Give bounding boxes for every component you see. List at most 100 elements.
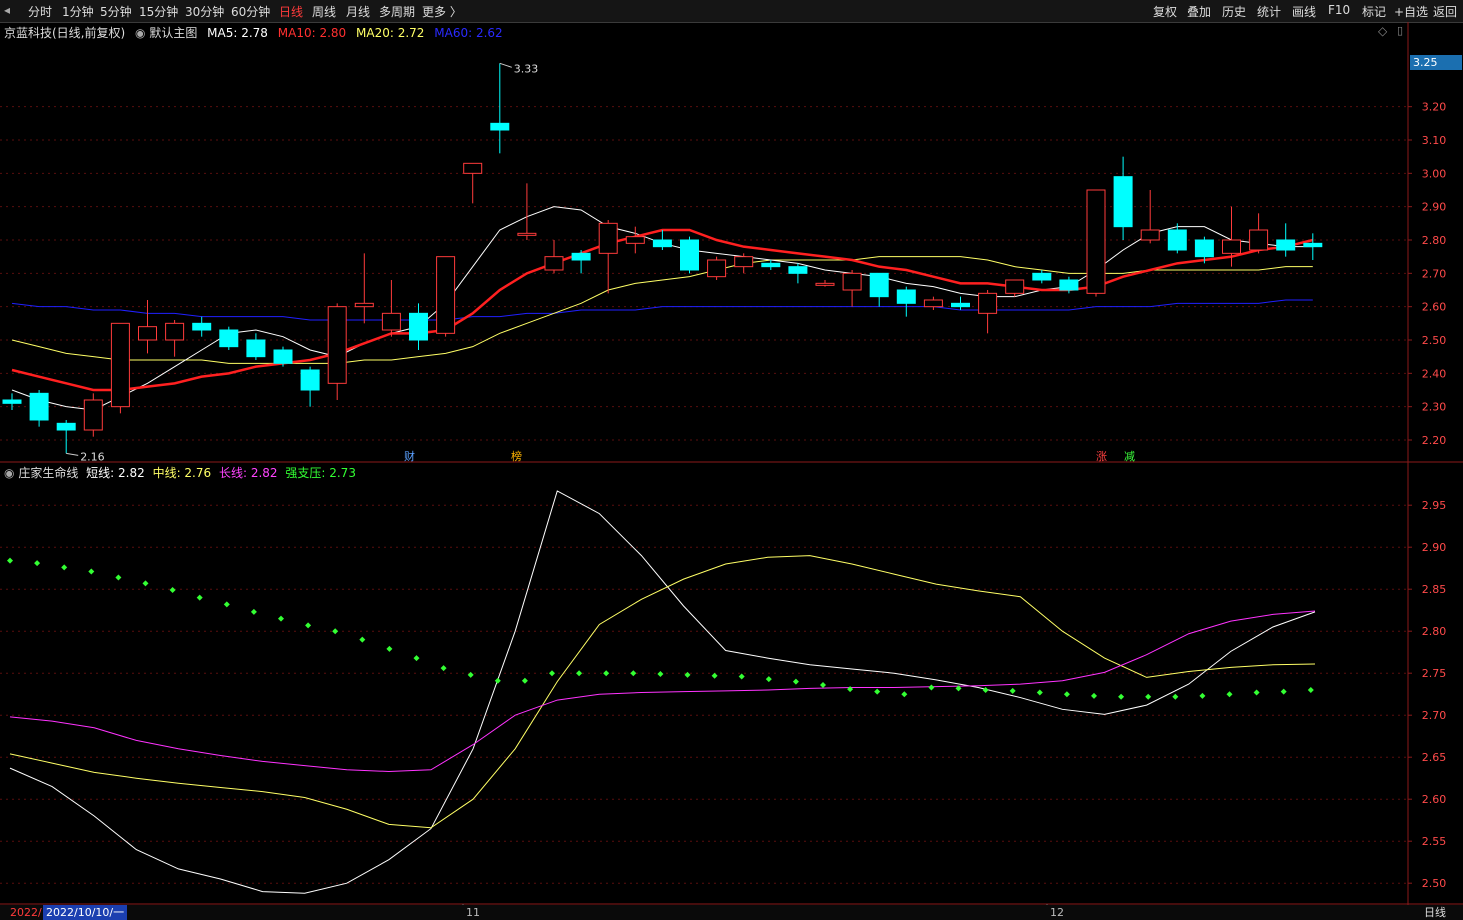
candle-body — [219, 329, 239, 348]
candle-body — [1113, 176, 1133, 228]
candle-body — [869, 272, 889, 298]
sub-tick-label: 2.95 — [1422, 499, 1447, 512]
support-dot — [711, 672, 718, 679]
support-dot — [250, 608, 257, 615]
support-dot — [1226, 691, 1233, 698]
main-tick-label: 2.20 — [1422, 434, 1447, 447]
candle-body — [978, 292, 998, 314]
candle-body — [463, 162, 483, 174]
candle-body — [652, 239, 672, 248]
support-dot — [223, 601, 230, 608]
support-dot — [603, 670, 610, 677]
month-label-12: 12 — [1050, 906, 1064, 919]
candle-body — [1276, 239, 1296, 251]
candle-body — [707, 259, 727, 278]
support-dot — [359, 636, 366, 643]
candle-body — [788, 266, 808, 274]
support-dot — [278, 615, 284, 622]
date-axis-bar — [0, 905, 1463, 920]
candle-body — [2, 399, 22, 404]
candle-body — [436, 256, 456, 334]
support-dot — [413, 655, 420, 662]
period-label: 日线 — [1424, 906, 1446, 919]
ma20-line — [11, 256, 1313, 364]
candle-body — [1303, 242, 1323, 248]
event-badge-finance[interactable]: 财 — [404, 448, 415, 464]
main-tick-label: 2.40 — [1422, 367, 1447, 380]
event-badge-list[interactable]: 榜 — [511, 448, 522, 464]
date-start: 2022/ — [10, 906, 42, 919]
main-tick-label: 2.80 — [1422, 234, 1447, 247]
support-dot — [115, 574, 122, 581]
event-badge-limit-up[interactable]: 涨 — [1096, 448, 1107, 464]
candle-body — [544, 256, 564, 271]
candle-body — [517, 232, 537, 236]
candle-body — [246, 339, 266, 358]
support-dot — [549, 670, 555, 677]
candle-body — [1005, 279, 1025, 294]
candle-body — [56, 422, 76, 431]
main-tick-label: 3.10 — [1422, 134, 1447, 147]
support-dot — [738, 673, 745, 680]
support-dot — [1145, 693, 1152, 700]
high-marker-line — [499, 62, 512, 68]
candle-body — [625, 236, 645, 244]
support-dot — [820, 681, 826, 688]
main-tick-label: 2.30 — [1422, 401, 1447, 414]
main-tick-label: 2.50 — [1422, 334, 1447, 347]
support-dot — [169, 587, 176, 594]
support-dot — [494, 677, 501, 684]
sub-tick-label: 2.80 — [1422, 625, 1447, 638]
candle-body — [273, 349, 293, 364]
support-dot — [792, 678, 799, 685]
high-marker-label: 3.33 — [514, 62, 539, 75]
candle-body — [896, 289, 916, 304]
main-tick-label: 3.00 — [1422, 167, 1447, 180]
low-marker-label: 2.16 — [80, 450, 105, 463]
support-dot — [1172, 693, 1179, 700]
candle-body — [1140, 229, 1160, 241]
support-dot — [982, 687, 989, 693]
sub-tick-label: 2.60 — [1422, 793, 1447, 806]
candle-body — [327, 306, 347, 384]
main-tick-label: 2.60 — [1422, 301, 1447, 314]
support-dot — [765, 676, 772, 683]
low-marker-line — [66, 452, 79, 456]
main-tick-label: 2.70 — [1422, 267, 1447, 280]
candle-body — [381, 312, 401, 331]
candle-body — [923, 299, 943, 308]
candle-body — [571, 252, 591, 261]
candle-body — [815, 282, 835, 286]
sub-tick-label: 2.90 — [1422, 541, 1447, 554]
candle-body — [300, 369, 320, 391]
support-dot — [1063, 691, 1070, 698]
support-dot — [305, 622, 312, 629]
support-dot — [521, 677, 528, 684]
sub-tick-label: 2.75 — [1422, 667, 1447, 680]
candle-body — [598, 222, 618, 254]
support-dot — [630, 670, 637, 677]
candle-body — [83, 399, 103, 431]
support-dot — [34, 560, 41, 567]
support-dot — [1253, 689, 1260, 696]
candle-body — [842, 272, 862, 291]
support-dot — [61, 564, 68, 571]
sub-tick-label: 2.70 — [1422, 709, 1447, 722]
main-tick-label: 2.90 — [1422, 201, 1447, 214]
event-badge-reduce[interactable]: 减 — [1124, 448, 1135, 464]
candle-body — [1086, 189, 1106, 294]
chart-canvas[interactable]: 3.33 2.16 3.20 3.10 3.00 2.90 2.80 2.70 2.60 2.5… — [0, 0, 1463, 920]
support-dot — [1009, 687, 1016, 694]
candle-body — [490, 122, 510, 131]
candle-body — [951, 302, 970, 308]
support-dot — [1036, 689, 1043, 696]
candle-body — [1167, 229, 1187, 251]
long-line — [9, 610, 1316, 772]
candle-body — [1032, 272, 1052, 281]
support-dot — [440, 665, 447, 672]
support-dot — [386, 645, 393, 652]
candle-body — [680, 239, 699, 271]
candle-body — [1222, 239, 1241, 254]
support-dot — [332, 628, 339, 635]
candle-body — [29, 392, 49, 421]
